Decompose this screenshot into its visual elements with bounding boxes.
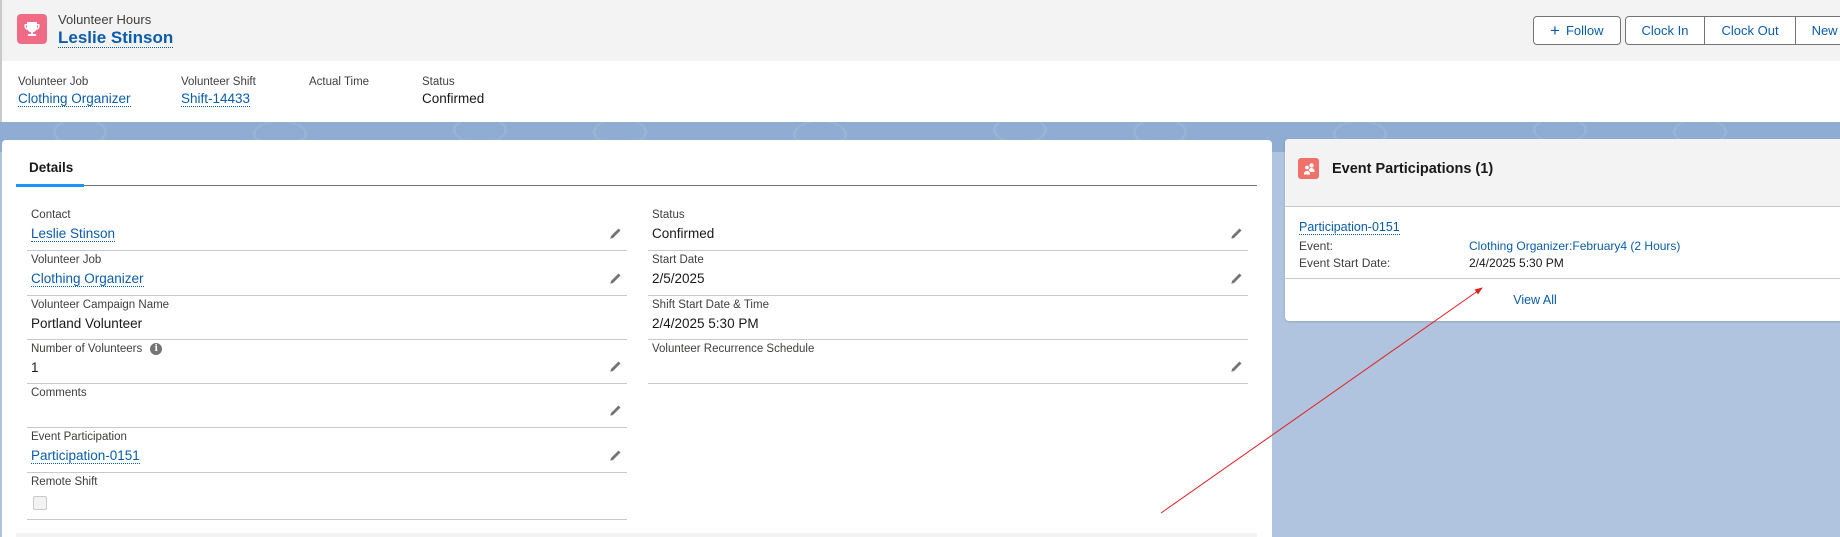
related-field-label: Event: (1299, 239, 1334, 253)
highlights-panel: Volunteer Job Clothing Organizer Volunte… (18, 76, 542, 107)
highlight-volunteer-job: Volunteer Job Clothing Organizer (18, 76, 181, 107)
pencil-icon[interactable] (1229, 227, 1243, 241)
field-label-wrap: Number of Volunteers i (31, 340, 623, 355)
pencil-icon[interactable] (608, 272, 622, 286)
record-header: Volunteer Hours Leslie Stinson + Follow … (0, 0, 1840, 122)
related-row-event: Event: Clothing Organizer:February4 (2 H… (1299, 239, 1831, 253)
action-button-group: Clock In Clock Out New Case (1624, 16, 1840, 45)
card-bottom-divider (16, 533, 1257, 537)
highlight-label: Volunteer Shift (181, 76, 256, 88)
field-label: Event Participation (31, 431, 127, 443)
highlight-volunteer-shift: Volunteer Shift Shift-14433 (181, 76, 309, 107)
clock-in-button[interactable]: Clock In (1624, 16, 1706, 45)
field-value: Confirmed (652, 226, 715, 241)
event-link[interactable]: Clothing Organizer:February4 (2 Hours) (1469, 239, 1680, 253)
plus-icon: + (1550, 21, 1560, 40)
volunteer-job-link[interactable]: Clothing Organizer (18, 91, 131, 107)
header-top: Volunteer Hours Leslie Stinson + Follow … (2, 0, 1840, 61)
pencil-icon[interactable] (1229, 360, 1243, 374)
field-number-of-volunteers: Number of Volunteers i 1 (27, 340, 627, 384)
follow-button[interactable]: + Follow (1533, 16, 1621, 45)
pencil-icon[interactable] (608, 449, 622, 463)
remote-shift-checkbox[interactable] (33, 496, 47, 510)
field-label: Start Date (652, 254, 704, 266)
field-contact: Contact Leslie Stinson (27, 206, 627, 251)
field-volunteer-recurrence-schedule: Volunteer Recurrence Schedule (648, 340, 1248, 384)
field-label: Comments (31, 387, 87, 399)
field-value: Portland Volunteer (31, 316, 143, 331)
follow-label: Follow (1565, 23, 1604, 38)
field-value (652, 360, 1244, 378)
highlight-label: Actual Time (309, 76, 370, 88)
contact-link[interactable]: Leslie Stinson (31, 226, 116, 242)
tab-active-indicator (16, 184, 84, 187)
tab-bar: Details (16, 140, 1257, 187)
info-icon[interactable]: i (150, 343, 163, 355)
pencil-icon[interactable] (608, 404, 622, 418)
field-event-participation: Event Participation Participation-0151 (27, 428, 627, 473)
record-name[interactable]: Leslie Stinson (58, 28, 174, 48)
field-label: Volunteer Recurrence Schedule (652, 343, 815, 355)
highlight-label: Volunteer Job (18, 76, 89, 88)
field-label: Volunteer Campaign Name (31, 299, 170, 311)
pencil-icon[interactable] (608, 360, 622, 374)
field-value: 2/4/2025 5:30 PM (652, 316, 759, 331)
field-label: Remote Shift (31, 476, 98, 488)
related-list-record: Participation-0151 Event: Clothing Organ… (1285, 207, 1840, 278)
highlight-label: Status (422, 76, 455, 88)
field-shift-start-datetime: Shift Start Date & Time 2/4/2025 5:30 PM (648, 296, 1248, 340)
highlight-status: Status Confirmed (422, 76, 542, 106)
event-participation-link[interactable]: Participation-0151 (31, 448, 140, 464)
highlight-value: Confirmed (422, 91, 485, 106)
highlight-actual-time: Actual Time (309, 76, 422, 106)
tab-details[interactable]: Details (16, 140, 86, 186)
details-card: Details Contact Leslie Stinson Volunteer… (2, 140, 1272, 537)
field-label: Shift Start Date & Time (652, 299, 769, 311)
field-label: Number of Volunteers (31, 343, 143, 355)
participation-link[interactable]: Participation-0151 (1299, 220, 1400, 235)
pencil-icon[interactable] (608, 227, 622, 241)
volunteer-job-link[interactable]: Clothing Organizer (31, 271, 144, 287)
related-field-label: Event Start Date: (1299, 256, 1391, 270)
field-remote-shift: Remote Shift (27, 473, 627, 520)
field-comments: Comments (27, 384, 627, 428)
event-participation-icon (1298, 158, 1319, 179)
trophy-icon (17, 14, 47, 44)
related-list-footer: View All (1285, 278, 1840, 320)
record-type-label: Volunteer Hours (58, 12, 152, 27)
field-start-date: Start Date 2/5/2025 (648, 251, 1248, 296)
field-label: Volunteer Job (31, 254, 102, 266)
field-status: Status Confirmed (648, 206, 1248, 251)
field-volunteer-job: Volunteer Job Clothing Organizer (27, 251, 627, 296)
field-value: 2/5/2025 (652, 271, 705, 286)
field-volunteer-campaign-name: Volunteer Campaign Name Portland Volunte… (27, 296, 627, 340)
action-bar: + Follow Clock In Clock Out New Case (1533, 16, 1840, 45)
field-value: 1 (31, 360, 39, 375)
new-case-button[interactable]: New Case (1794, 16, 1840, 45)
field-value (31, 404, 623, 422)
related-list-header: Event Participations (1) (1285, 139, 1840, 207)
pencil-icon[interactable] (1229, 272, 1243, 286)
tab-label: Details (29, 160, 74, 175)
field-label: Contact (31, 209, 71, 221)
view-all-link[interactable]: View All (1513, 293, 1557, 307)
clock-out-button[interactable]: Clock Out (1704, 16, 1796, 45)
field-label: Status (652, 209, 685, 221)
event-participations-card: Event Participations (1) Participation-0… (1285, 139, 1840, 321)
related-row-start-date: Event Start Date: 2/4/2025 5:30 PM (1299, 256, 1831, 270)
details-left-column: Contact Leslie Stinson Volunteer Job Clo… (27, 206, 627, 520)
related-list-title[interactable]: Event Participations (1) (1332, 161, 1493, 177)
details-right-column: Status Confirmed Start Date 2/5/2025 Shi… (648, 206, 1248, 384)
volunteer-shift-link[interactable]: Shift-14433 (181, 91, 251, 107)
related-field-value: 2/4/2025 5:30 PM (1469, 256, 1564, 270)
